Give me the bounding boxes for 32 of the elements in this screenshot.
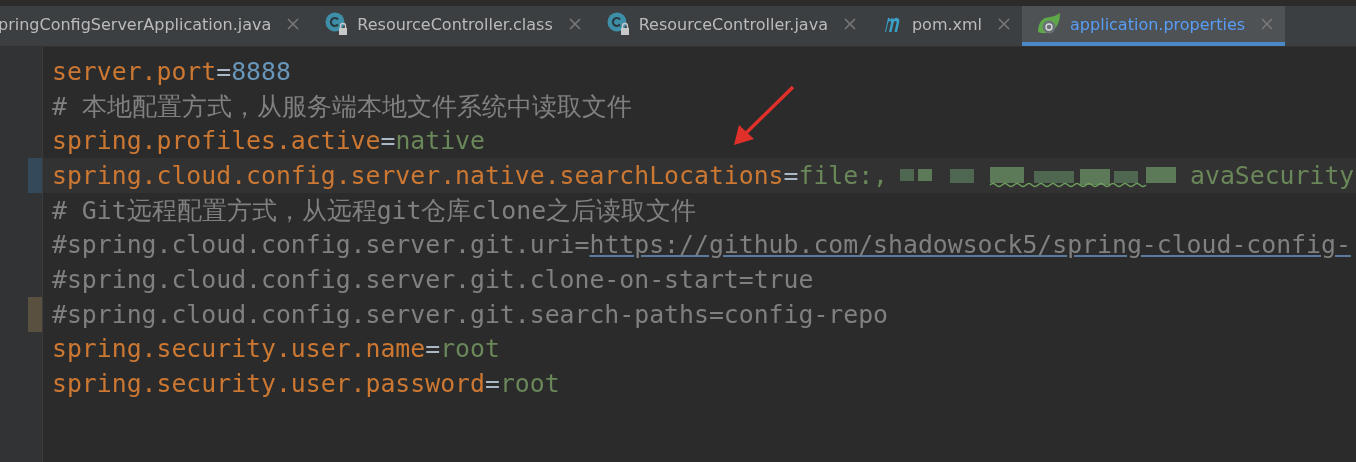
file-tab[interactable]: application.properties (1022, 6, 1286, 46)
code-text: spring.profiles.active (52, 126, 381, 156)
code-text: #spring.cloud.config.server.git.clone-on-start=true (52, 264, 814, 294)
code-link[interactable]: https://github.com/shadowsock5/spring-cloud-config- (589, 230, 1351, 260)
code-text: root (499, 369, 560, 399)
close-icon[interactable] (998, 18, 1011, 30)
code-text: = (484, 369, 500, 399)
close-icon[interactable] (843, 18, 856, 30)
code-text: #spring.cloud.config.server.git.uri= (52, 230, 590, 260)
code-text: # Git远程配置方式，从远程git仓库clone之后读取文件 (52, 194, 697, 227)
close-icon[interactable] (1261, 18, 1274, 30)
code-text: spring.security.user.name (52, 334, 426, 364)
code-text: = (783, 160, 799, 190)
code-text: 8888 (231, 56, 291, 86)
code-text: spring.cloud.config.server.native.searchLocations (52, 160, 784, 190)
close-icon[interactable] (287, 18, 300, 30)
code-text: = (380, 126, 396, 156)
code-text: server.port (52, 56, 217, 86)
class-lock-icon (325, 12, 350, 36)
code-text: native (395, 126, 485, 156)
code-text: avaSecurity (1190, 160, 1355, 190)
code-text: spring.security.user.password (52, 369, 485, 399)
code-text: # 本地配置方式，从服务端本地文件系统中读取文件 (52, 90, 632, 123)
close-icon[interactable] (568, 18, 581, 30)
code-text: = (216, 56, 232, 86)
annotation-arrow (731, 84, 797, 148)
code-text: root (440, 334, 500, 364)
code-text: #spring.cloud.config.server.git.search-paths=config-repo (52, 299, 889, 329)
code-text: = (425, 334, 441, 364)
code-text: file:, (798, 160, 889, 190)
class-lock-icon (606, 12, 631, 36)
spring-leaf-icon (1036, 12, 1063, 36)
